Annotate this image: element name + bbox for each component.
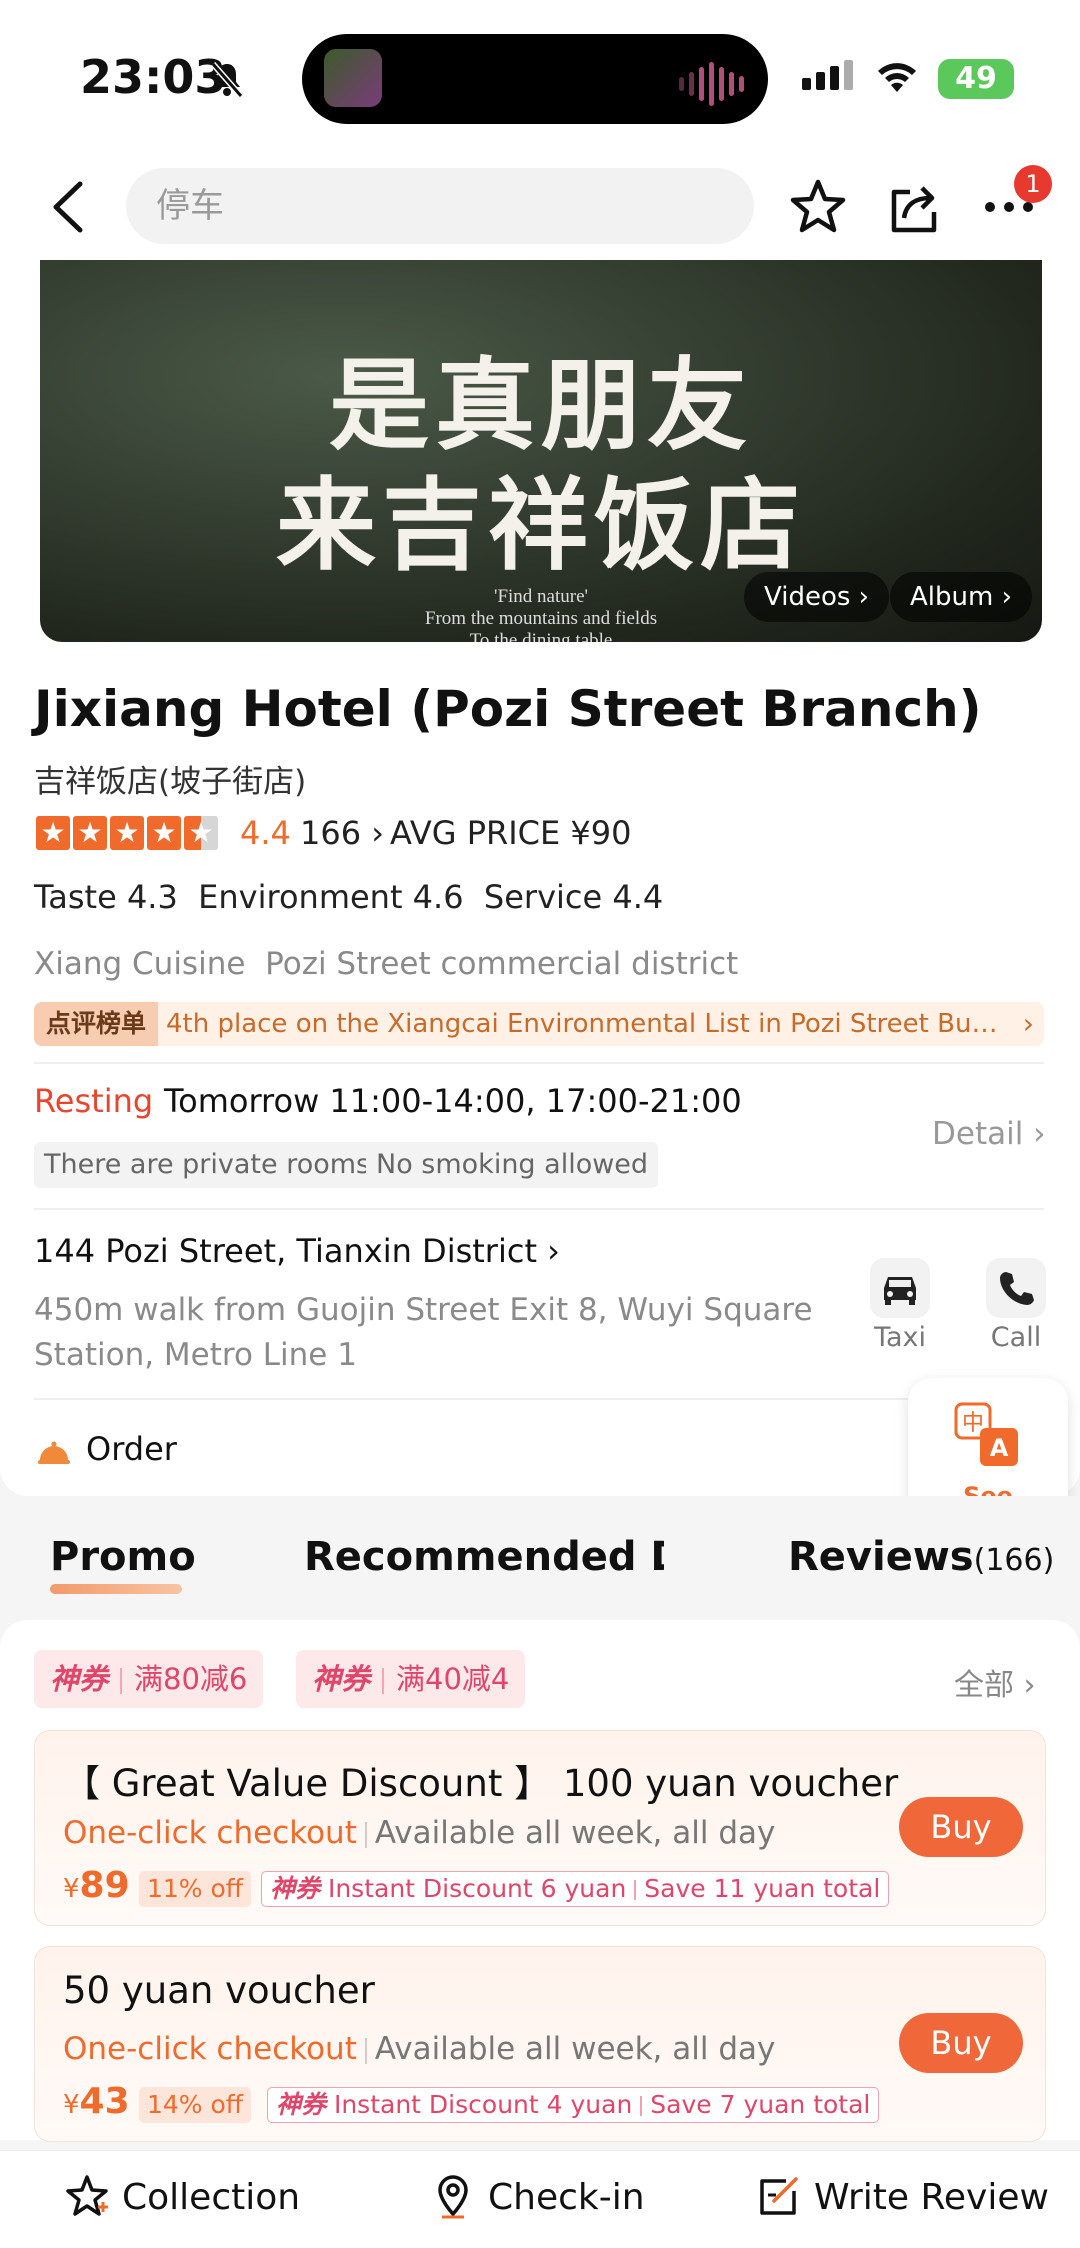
service-score: Service 4.4	[483, 878, 664, 916]
deal-title: 50 yuan voucher	[63, 1969, 375, 2012]
wifi-icon	[878, 63, 916, 92]
collection-button[interactable]: Collection	[122, 2177, 300, 2218]
dynamic-island[interactable]	[302, 34, 768, 124]
tab-promo[interactable]: Promo	[50, 1534, 196, 1580]
cuisine-tag[interactable]: Xiang Cuisine	[34, 946, 245, 982]
hours-detail-link[interactable]: Detail ›	[932, 1116, 1046, 1152]
order-link[interactable]: Order	[86, 1430, 177, 1468]
store-name-chinese: 吉祥饭店(坡子街店)	[34, 764, 307, 800]
car-icon	[884, 1277, 916, 1305]
store-info-card: 是真朋友 来吉祥饭店 'Find nature' From the mounta…	[0, 260, 1080, 1496]
tab-recommended-dishes[interactable]: Recommended Di	[304, 1534, 664, 1580]
banner-caption-3: To the dining table	[469, 630, 613, 642]
banner-headline-line2: 来吉祥饭店	[276, 466, 806, 584]
star-half-icon: ★	[184, 816, 218, 850]
discount-badge: 14% off	[139, 2087, 252, 2123]
top-nav: 停车	[0, 160, 1080, 260]
tab-reviews[interactable]: Reviews(166)	[788, 1534, 1054, 1580]
instant-discount-badge: 神券 Instant Discount 6 yuan Save 11 yuan t…	[261, 1871, 890, 1907]
banner-caption-2: From the mountains and fields	[424, 608, 658, 629]
view-all-coupons-link[interactable]: 全部 ›	[954, 1660, 1036, 1704]
star-icon: ★	[147, 816, 181, 850]
category-tags: Xiang Cuisine Pozi Street commercial dis…	[34, 946, 738, 982]
cellular-signal-icon	[802, 60, 853, 90]
ranking-text: 4th place on the Xiangcai Environmental …	[166, 1009, 1006, 1039]
phone-icon	[1000, 1272, 1034, 1305]
deal-title: 【 Great Value Discount 】 100 yuan vouche…	[63, 1762, 899, 1805]
buy-button[interactable]: Buy	[899, 1797, 1023, 1857]
ranking-tag: 点评榜单	[34, 1002, 159, 1046]
active-tab-indicator	[50, 1584, 182, 1594]
divider	[34, 1062, 1044, 1064]
now-playing-artwork	[324, 49, 382, 107]
svg-text:A: A	[990, 1434, 1009, 1462]
walking-directions: 450m walk from Guojin Street Exit 8, Wuy…	[34, 1292, 813, 1373]
deal-details: One-click checkout Available all week, al…	[63, 2031, 776, 2067]
sub-scores: Taste 4.3 Environment 4.6 Service 4.4	[34, 878, 663, 916]
review-count-link[interactable]: 166 ›	[300, 814, 384, 852]
order-dish-icon	[38, 1441, 70, 1464]
star-icon: ★	[73, 816, 107, 850]
location-pin-icon	[438, 2175, 468, 2219]
call-button[interactable]	[986, 1258, 1046, 1318]
status-time: 23:03	[80, 50, 227, 104]
rating-score: 4.4	[240, 814, 291, 852]
page: 23:03 49 停车 1 是真朋友 来吉祥饭店 'Find nature' F…	[0, 0, 1080, 2248]
collection-star-icon	[66, 2175, 108, 2216]
call-label: Call	[990, 1322, 1042, 1353]
videos-button[interactable]: Videos ›	[744, 572, 890, 622]
share-icon[interactable]	[888, 178, 942, 234]
district-tag[interactable]: Pozi Street commercial district	[265, 946, 738, 982]
write-review-icon	[760, 2177, 798, 2215]
deal-details: One-click checkout Available all week, al…	[63, 1815, 776, 1851]
star-icon: ★	[36, 816, 70, 850]
business-hours: Tomorrow 11:00-14:00, 17:00-21:00	[164, 1082, 742, 1120]
section-tabs: Promo Recommended Di Reviews(166)	[0, 1496, 1080, 1616]
star-icon: ★	[110, 816, 144, 850]
divider	[34, 1398, 1044, 1400]
favorite-star-icon[interactable]	[788, 178, 848, 236]
battery-indicator: 49	[938, 59, 1014, 99]
search-input[interactable]: 停车	[126, 168, 754, 244]
feature-tag: There are private rooms	[34, 1142, 381, 1188]
audio-waveform-icon	[679, 62, 744, 106]
buy-button[interactable]: Buy	[899, 2013, 1023, 2073]
feature-tag: No smoking allowed	[366, 1142, 659, 1188]
album-button[interactable]: Album ›	[890, 572, 1032, 622]
environment-score: Environment 4.6	[198, 878, 464, 916]
taxi-button[interactable]	[870, 1258, 930, 1318]
status-bar: 23:03 49	[0, 0, 1080, 160]
open-status: Resting	[34, 1082, 154, 1120]
bottom-action-bar: Collection Check-in Write Review	[0, 2150, 1080, 2248]
store-media-banner[interactable]: 是真朋友 来吉祥饭店 'Find nature' From the mounta…	[40, 260, 1042, 642]
translate-icon: 中 A	[954, 1402, 1018, 1466]
coupon-chip[interactable]: 神券 满80减6	[34, 1650, 264, 1708]
notification-badge: 1	[1014, 165, 1052, 203]
discount-badge: 11% off	[139, 1871, 252, 1907]
coupon-chip[interactable]: 神券 满40减4	[296, 1650, 526, 1708]
store-name: Jixiang Hotel (Pozi Street Branch)	[34, 680, 982, 738]
avg-price: AVG PRICE ¥90	[390, 814, 632, 852]
instant-discount-badge: 神券 Instant Discount 4 yuan Save 7 yuan to…	[267, 2087, 880, 2123]
address-link[interactable]: 144 Pozi Street, Tianxin District ›	[34, 1232, 560, 1270]
promo-section: 神券 满80减6 神券 满40减4 全部 › 【 Great Value Disco…	[0, 1620, 1080, 2142]
star-rating: ★ ★ ★ ★ ★	[36, 816, 218, 850]
taste-score: Taste 4.3	[34, 878, 178, 916]
deal-price: ¥43	[63, 2081, 130, 2122]
deal-price: ¥89	[63, 1865, 130, 1906]
divider	[34, 1208, 1044, 1210]
chevron-right-icon: ›	[1022, 1007, 1034, 1040]
deal-card[interactable]: 【 Great Value Discount 】 100 yuan vouche…	[34, 1730, 1046, 1926]
deal-card[interactable]: 50 yuan voucher One-click checkout Availa…	[34, 1946, 1046, 2142]
ranking-banner[interactable]: 点评榜单 4th place on the Xiangcai Environme…	[34, 1002, 1044, 1046]
mute-bell-icon	[210, 62, 244, 98]
back-arrow-icon[interactable]	[50, 180, 86, 234]
checkin-button[interactable]: Check-in	[488, 2177, 645, 2218]
write-review-button[interactable]: Write Review	[814, 2177, 1049, 2218]
taxi-label: Taxi	[873, 1322, 927, 1353]
